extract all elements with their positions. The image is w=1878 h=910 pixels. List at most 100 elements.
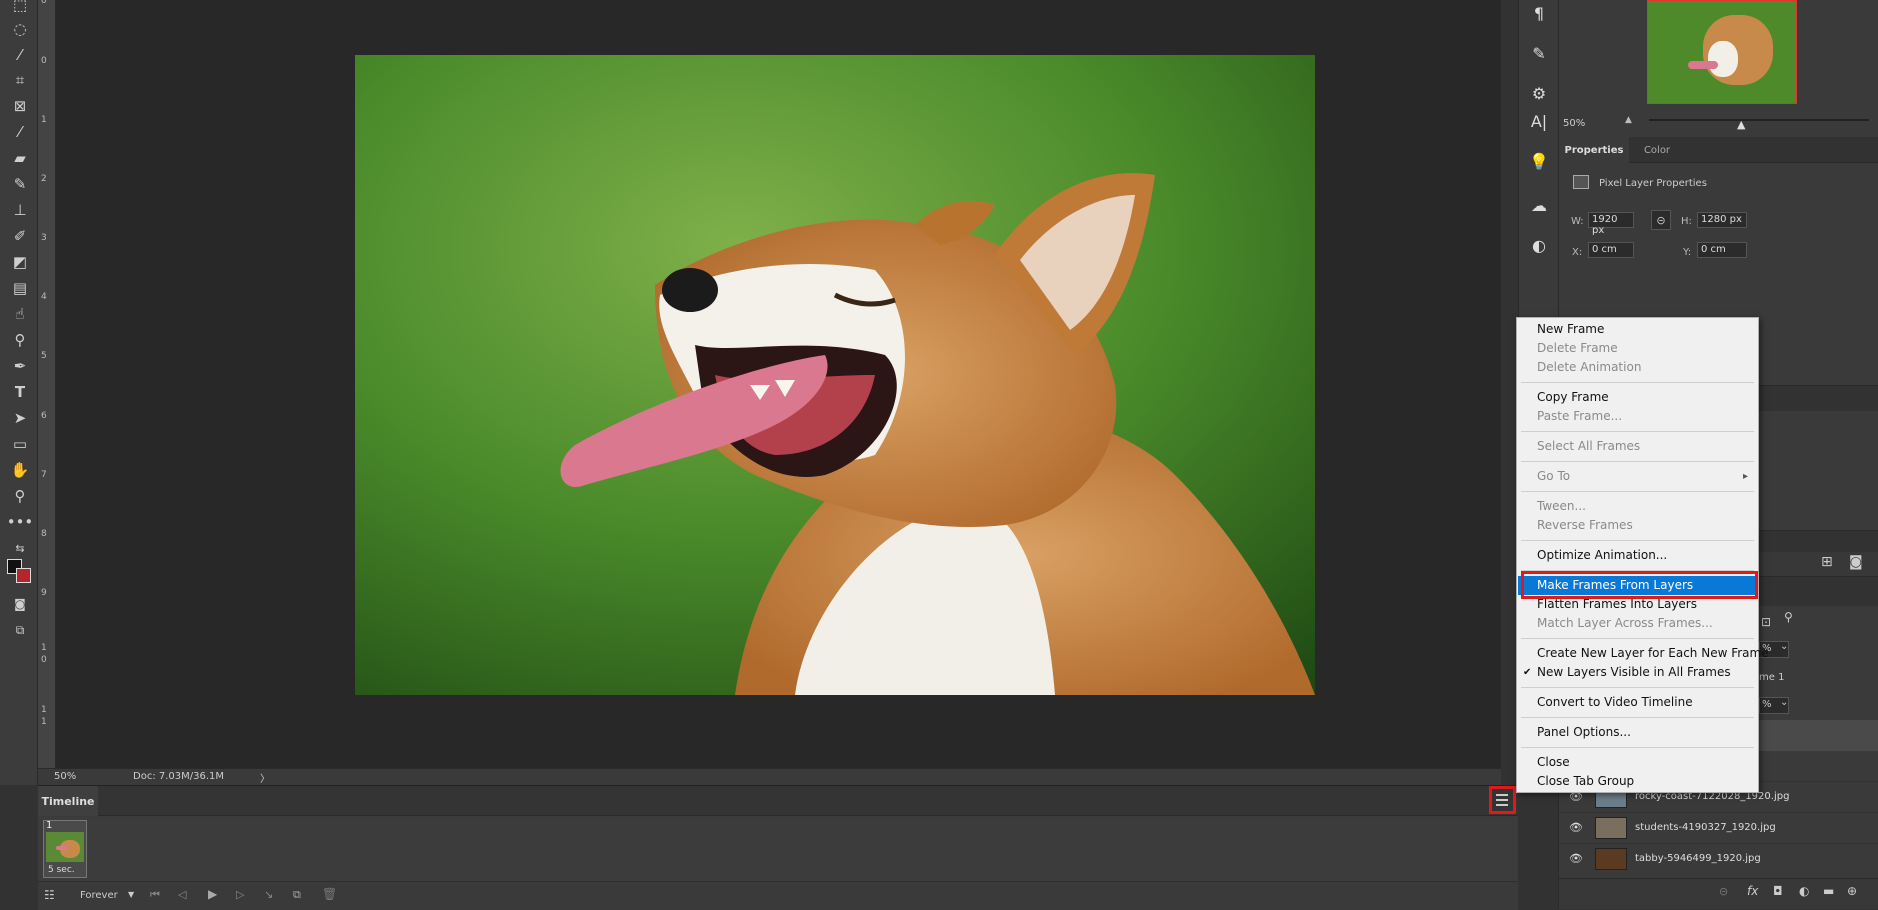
ruler-label: 9 [41,588,47,598]
play-icon[interactable]: ▶ [208,887,217,901]
menu-item-close[interactable]: Close [1518,753,1757,772]
paragraph-icon[interactable]: ¶ [1526,0,1552,26]
fill-dropdown-icon[interactable]: ⌄ [1780,697,1788,708]
add-to-library-icon[interactable]: ⊞ [1821,554,1833,570]
status-menu-arrow-icon[interactable]: 〉 [260,770,270,785]
crop-tool-icon[interactable]: ⌗ [7,69,33,91]
convert-timeline-icon[interactable]: ☷ [44,888,55,902]
tween-icon[interactable]: ↘ [264,888,273,901]
tab-timeline[interactable]: Timeline [38,786,98,816]
screen-mode-icon[interactable]: ⧉ [7,619,33,641]
zoom-slider-handle-icon[interactable]: ▲ [1737,118,1745,131]
rectangle-tool-icon[interactable]: ▭ [7,433,33,455]
lasso-tool-icon[interactable]: ◌ [7,18,33,40]
zoom-tool-icon[interactable]: ⚲ [7,485,33,507]
magic-wand-tool-icon[interactable]: ⁄ [7,44,33,66]
tab-properties[interactable]: Properties [1559,137,1629,163]
duplicate-frame-icon[interactable]: ⧉ [293,888,301,902]
fx-icon[interactable]: fx [1747,884,1758,898]
eyedropper-tool-icon[interactable]: ⁄ [7,121,33,143]
menu-item-optimize-animation[interactable]: Optimize Animation... [1518,546,1757,565]
menu-item-close-tab-group[interactable]: Close Tab Group [1518,772,1757,791]
background-color-swatch[interactable] [16,568,31,583]
layer-name: tabby-5946499_1920.jpg [1635,853,1761,864]
more-tools-icon[interactable]: ••• [7,511,34,533]
new-layer-icon[interactable]: ⊕ [1847,884,1857,898]
zoom-level[interactable]: 50% [54,771,76,782]
stamp-tool-icon[interactable]: ⊥ [7,199,33,221]
camera-icon[interactable]: ◙ [1849,554,1863,570]
brush-tool-icon[interactable]: ✎ [7,173,33,195]
hand-tool-icon[interactable]: ✋ [7,459,33,481]
ruler-label: 1 [41,643,47,653]
dodge-tool-icon[interactable]: ⚲ [7,329,33,351]
layer-row[interactable]: 👁 students-4190327_1920.jpg [1559,812,1878,843]
adjustment-circle-icon[interactable]: ◐ [1526,232,1552,258]
eraser-tool-icon[interactable]: ◩ [7,251,33,273]
link-layers-icon[interactable]: ⊝ [1719,885,1728,898]
new-group-icon[interactable]: ▬ [1823,884,1834,898]
delete-frame-icon[interactable]: 🗑 [322,887,337,901]
menu-item-convert-video-timeline[interactable]: Convert to Video Timeline [1518,693,1757,712]
timeline-controls: ☷ Forever ▼ ⏮ ◁ ▶ ▷ ↘ ⧉ 🗑 [38,881,1518,910]
ruler-label: 6 [41,411,47,421]
learn-icon[interactable]: 💡 [1526,148,1552,174]
frame-1[interactable]: 1 5 sec. [43,820,87,878]
swap-colors-icon[interactable]: ⇆ [7,537,33,559]
brush-settings-icon[interactable]: ✎ [1526,40,1552,66]
visibility-eye-icon[interactable]: 👁 [1569,852,1583,865]
tab-color[interactable]: Color [1637,137,1677,163]
loop-select[interactable]: Forever [80,890,118,901]
adjustments-icon[interactable]: ⚙ [1526,80,1552,106]
add-mask-icon[interactable]: ◘ [1773,884,1783,898]
menu-item-new-layers-visible[interactable]: New Layers Visible in All Frames [1518,663,1757,682]
link-dimensions-icon[interactable]: ⊝ [1651,210,1671,230]
ruler-label: 7 [41,470,47,480]
gradient-tool-icon[interactable]: ▤ [7,277,33,299]
pixel-layer-icon [1573,175,1589,189]
type-tool-icon[interactable]: T [7,381,33,403]
character-icon[interactable]: A| [1526,108,1552,134]
menu-item-tween: Tween... [1537,499,1586,513]
marquee-tool-icon[interactable]: ⬚ [7,0,33,16]
height-field[interactable]: 1280 px [1697,212,1747,228]
layer-row[interactable]: 👁 tabby-5946499_1920.jpg [1559,843,1878,874]
opacity-dropdown-icon[interactable]: ⌄ [1780,641,1788,652]
next-frame-icon[interactable]: ▷ [236,888,244,901]
lock-icon[interactable]: ⊡ [1761,615,1771,629]
path-selection-tool-icon[interactable]: ➤ [7,407,33,429]
navigator-zoom[interactable]: 50% [1563,118,1585,129]
pen-tool-icon[interactable]: ✒ [7,355,33,377]
frame-delay[interactable]: 5 sec. [48,865,75,875]
width-field[interactable]: 1920 px [1588,212,1634,236]
frame-tool-icon[interactable]: ⊠ [7,95,33,117]
first-frame-icon[interactable]: ⏮ [150,888,160,902]
loop-dropdown-icon[interactable]: ▼ [128,890,134,899]
lock-all-icon[interactable]: ⚲ [1784,610,1793,624]
menu-item-panel-options[interactable]: Panel Options... [1518,723,1757,742]
x-field[interactable]: 0 cm [1588,242,1634,258]
y-field[interactable]: 0 cm [1697,242,1747,258]
adjustment-layer-icon[interactable]: ◐ [1799,884,1809,898]
menu-item-copy-frame[interactable]: Copy Frame [1518,388,1757,407]
menu-separator [1521,491,1754,492]
document-canvas[interactable] [56,0,1501,768]
ruler-label: 3 [41,233,47,243]
ruler-label: 8 [41,529,47,539]
visibility-eye-icon[interactable]: 👁 [1569,821,1583,834]
menu-item-flatten-frames[interactable]: Flatten Frames Into Layers [1518,595,1757,614]
smudge-tool-icon[interactable]: ☝ [7,303,33,325]
previous-frame-icon[interactable]: ◁ [178,888,186,901]
menu-item-new-frame[interactable]: New Frame [1518,320,1757,339]
quick-mask-icon[interactable]: ◙ [7,593,33,615]
navigator-thumbnail[interactable] [1647,0,1797,104]
healing-brush-tool-icon[interactable]: ▰ [7,147,33,169]
history-brush-tool-icon[interactable]: ✐ [7,225,33,247]
libraries-icon[interactable]: ☁ [1526,192,1552,218]
menu-separator [1521,687,1754,688]
zoom-slider[interactable] [1649,119,1869,121]
properties-title: Pixel Layer Properties [1599,178,1707,189]
menu-item-create-new-layer[interactable]: Create New Layer for Each New Frame [1518,644,1769,663]
zoom-out-icon[interactable]: ▲ [1625,115,1632,125]
ruler-label: 0 [41,655,47,665]
